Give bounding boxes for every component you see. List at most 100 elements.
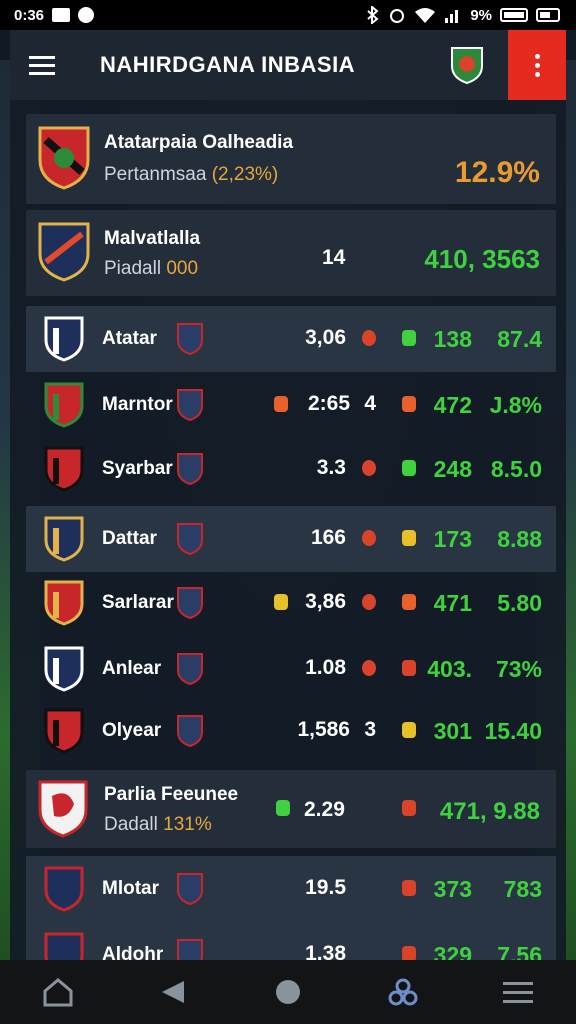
featured-team-card[interactable]: Malvatlalla Piadall 000 14 410, 3563 bbox=[26, 210, 556, 296]
status-bar: 0:36 9% bbox=[0, 0, 576, 30]
row-col1: 2:65 bbox=[307, 392, 350, 415]
opponent-crest-icon bbox=[177, 389, 203, 422]
notification-icon bbox=[78, 7, 95, 23]
status-dot-icon bbox=[362, 460, 376, 476]
table-row[interactable]: Marntor 2:65 4 472 J.8% bbox=[26, 372, 556, 438]
more-options-button[interactable] bbox=[508, 30, 566, 100]
row-value-2: 7.56 bbox=[497, 942, 542, 960]
row-value-2: 783 bbox=[503, 876, 542, 902]
up-arrow-icon bbox=[402, 330, 416, 346]
row-col1: 1.08 bbox=[305, 656, 346, 679]
row-col1: 3,86 bbox=[305, 590, 346, 613]
table-row[interactable]: Anlear 1.08 403. 73% bbox=[26, 636, 556, 702]
row-col1: 19.5 bbox=[305, 876, 346, 899]
shield-red-icon bbox=[402, 800, 416, 816]
opponent-crest-icon bbox=[177, 653, 203, 686]
status-dot-icon bbox=[362, 330, 376, 346]
team-subtitle: Piadall 000 bbox=[104, 258, 199, 279]
battery-saver-icon bbox=[536, 8, 560, 22]
team-crest-icon bbox=[44, 932, 84, 960]
featured-team-card[interactable]: Atatarpaia Oalheadia Pertanmsaa (2,23%) … bbox=[26, 114, 556, 204]
table-row[interactable]: Olyear 1,586 3 301 15.40 bbox=[26, 698, 556, 764]
row-value-2: J.8% bbox=[489, 392, 542, 418]
shield-green-icon bbox=[276, 800, 290, 816]
team-crest-icon bbox=[44, 382, 84, 428]
row-value-2: 15.40 bbox=[484, 718, 542, 744]
row-value-1: 471 bbox=[433, 590, 472, 616]
back-icon[interactable] bbox=[148, 967, 198, 1017]
bluetooth-icon bbox=[367, 6, 379, 24]
row-col1: 3.3 bbox=[316, 456, 346, 479]
row-value-1: 329 bbox=[433, 942, 472, 960]
opponent-crest-icon bbox=[177, 587, 203, 620]
team-crest-icon bbox=[44, 866, 84, 912]
team-subtitle: Dadall 131% bbox=[104, 814, 212, 835]
table-row[interactable]: Sarlarar 3,86 471 5.80 bbox=[26, 570, 556, 636]
shield-yellow-icon bbox=[274, 594, 288, 610]
status-dot-icon bbox=[362, 594, 376, 610]
row-value-2: 8.88 bbox=[497, 526, 542, 552]
featured-team-card[interactable]: Parlia Feeunee Dadall 131% 2.29 471, 9.8… bbox=[26, 770, 556, 848]
opponent-crest-icon bbox=[177, 453, 203, 486]
status-time: 0:36 bbox=[14, 6, 45, 24]
teams-icon[interactable] bbox=[378, 967, 428, 1017]
row-value-2: 73% bbox=[495, 656, 542, 682]
team-crest-icon bbox=[38, 222, 90, 282]
row-value-2: 8.5.0 bbox=[490, 456, 542, 482]
opponent-crest-icon bbox=[177, 939, 203, 960]
shield-orange-icon bbox=[402, 594, 416, 610]
team-count: 14 bbox=[322, 246, 346, 269]
row-col1: 3,06 bbox=[305, 326, 346, 349]
status-dot-icon bbox=[362, 530, 376, 546]
menu-icon[interactable] bbox=[493, 967, 543, 1017]
home-circle-icon[interactable] bbox=[263, 967, 313, 1017]
row-col2: 3 bbox=[364, 718, 376, 741]
shield-red-icon bbox=[402, 946, 416, 960]
team-crest-icon bbox=[44, 646, 84, 692]
battery-percent: 9% bbox=[470, 6, 492, 24]
team-crest-icon bbox=[44, 580, 84, 626]
row-value-1: 173 bbox=[433, 526, 472, 552]
row-col2: 4 bbox=[364, 392, 376, 415]
team-crest-icon bbox=[44, 516, 84, 562]
table-row[interactable]: Syarbar 3.3 248 8.5.0 bbox=[26, 436, 556, 502]
status-dot-icon bbox=[362, 660, 376, 676]
league-logo-icon bbox=[451, 47, 483, 84]
team-name: Mlotar bbox=[102, 878, 159, 899]
team-value: 12.9% bbox=[454, 156, 540, 189]
app-bar: NAHIRDGANA INBASIA bbox=[10, 30, 566, 100]
team-name: Aldohr bbox=[102, 944, 164, 960]
shield-orange-icon bbox=[402, 396, 416, 412]
opponent-crest-icon bbox=[177, 715, 203, 748]
table-row[interactable]: Atatar 3,06 138 87.4 bbox=[26, 306, 556, 372]
row-col1: 1.38 bbox=[305, 942, 346, 960]
row-value-1: 472 bbox=[433, 392, 472, 418]
team-crest-icon bbox=[44, 316, 84, 362]
opponent-crest-icon bbox=[177, 323, 203, 356]
home-icon[interactable] bbox=[33, 967, 83, 1017]
team-value: 471, 9.88 bbox=[439, 798, 540, 825]
team-name: Atatarpaia Oalheadia bbox=[104, 132, 294, 153]
shield-green-icon bbox=[402, 460, 416, 476]
team-col1: 2.29 bbox=[304, 798, 345, 821]
team-name: Marntor bbox=[102, 394, 173, 415]
team-crest-icon bbox=[38, 780, 88, 838]
row-value-2: 87.4 bbox=[497, 326, 542, 352]
battery-icon bbox=[500, 8, 528, 22]
shield-red-icon bbox=[402, 880, 416, 896]
team-name: Olyear bbox=[102, 720, 162, 741]
row-value-1: 301 bbox=[433, 718, 472, 744]
table-row[interactable]: Aldohr 1.38 329 7.56 bbox=[26, 922, 556, 960]
team-name: Anlear bbox=[102, 658, 162, 679]
table-row[interactable]: Dattar 166 173 8.88 bbox=[26, 506, 556, 572]
team-name: Atatar bbox=[102, 328, 157, 349]
alarm-icon bbox=[390, 9, 405, 23]
hamburger-menu-icon[interactable] bbox=[10, 30, 74, 100]
shield-orange-icon bbox=[274, 396, 288, 412]
table-row[interactable]: Mlotar 19.5 373 783 bbox=[26, 856, 556, 922]
shield-yellow-icon bbox=[402, 530, 416, 546]
app-title: NAHIRDGANA INBASIA bbox=[100, 52, 356, 77]
team-crest-icon bbox=[44, 708, 84, 754]
team-name: Sarlarar bbox=[102, 592, 174, 613]
bottom-navigation bbox=[0, 960, 576, 1024]
